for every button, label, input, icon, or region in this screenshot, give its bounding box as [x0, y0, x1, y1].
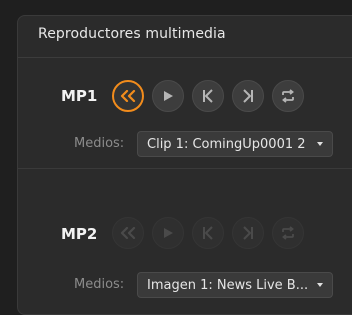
play-icon: [164, 228, 173, 238]
play-button[interactable]: [152, 80, 184, 112]
previous-frame-button[interactable]: [192, 217, 224, 249]
loop-button[interactable]: [272, 217, 304, 249]
previous-frame-icon: [203, 89, 213, 103]
chevron-down-icon: [317, 283, 323, 287]
media-label: Medios:: [74, 277, 125, 292]
media-player-2-section: MP2 Medios: Imagen 1: News Live B...: [18, 169, 352, 309]
media-select-value: Imagen 1: News Live B...: [147, 277, 309, 293]
panel-title: Reproductores multimedia: [38, 26, 226, 42]
media-select[interactable]: Clip 1: ComingUp0001 2: [137, 131, 333, 157]
media-players-panel: Reproductores multimedia MP1 Medios: Cli…: [17, 15, 352, 315]
player-label: MP1: [61, 87, 98, 105]
media-select[interactable]: Imagen 1: News Live B...: [137, 272, 333, 298]
player-label: MP2: [61, 225, 98, 243]
rewind-button[interactable]: [112, 217, 144, 249]
rewind-icon: [120, 227, 136, 239]
title-divider: [18, 57, 352, 58]
next-frame-button[interactable]: [232, 80, 264, 112]
media-player-1-section: MP1 Medios: Clip 1: ComingUp0001 2: [18, 65, 352, 168]
chevron-down-icon: [317, 142, 323, 146]
loop-button[interactable]: [272, 80, 304, 112]
rewind-icon: [120, 90, 136, 102]
transport-controls: [112, 80, 304, 112]
next-frame-icon: [243, 89, 253, 103]
transport-controls: [112, 217, 304, 249]
previous-frame-icon: [203, 226, 213, 240]
loop-icon: [282, 226, 294, 240]
play-button[interactable]: [152, 217, 184, 249]
next-frame-button[interactable]: [232, 217, 264, 249]
media-label: Medios:: [74, 136, 125, 151]
rewind-button[interactable]: [112, 80, 144, 112]
play-icon: [164, 91, 173, 101]
next-frame-icon: [243, 226, 253, 240]
loop-icon: [282, 89, 294, 103]
media-select-value: Clip 1: ComingUp0001 2: [147, 136, 306, 152]
previous-frame-button[interactable]: [192, 80, 224, 112]
